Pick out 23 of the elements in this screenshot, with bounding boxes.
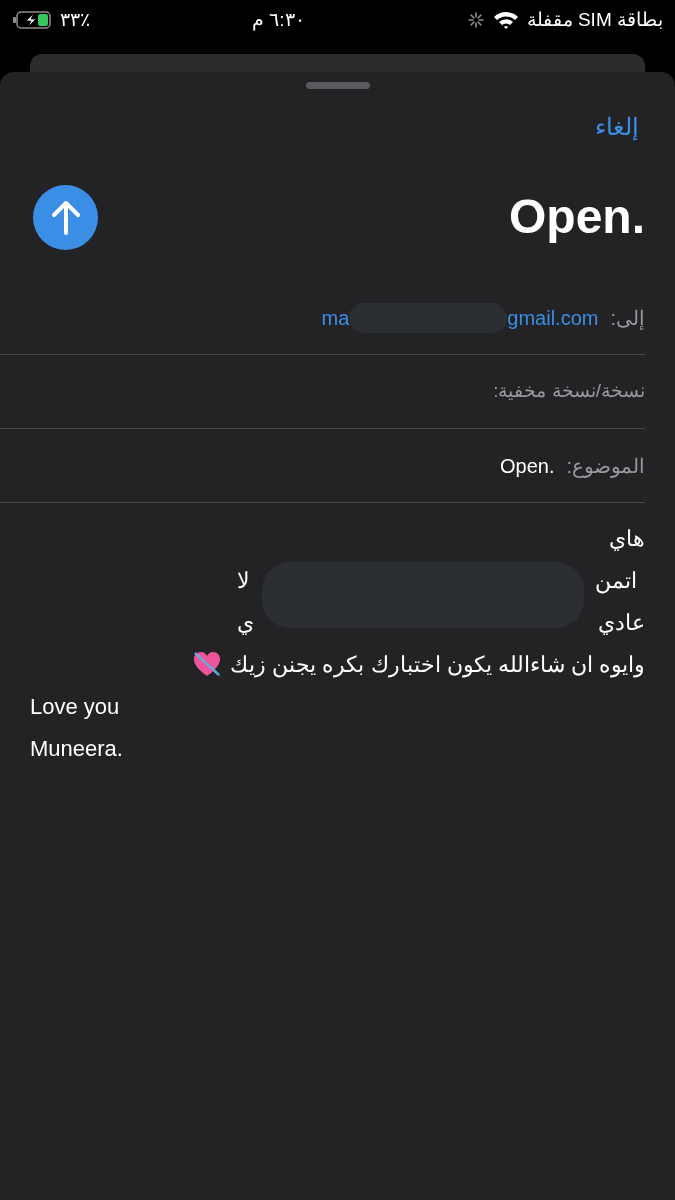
body-text: لا bbox=[237, 566, 250, 595]
carrier-text: بطاقة SIM مقفلة bbox=[526, 7, 663, 32]
subject-label: الموضوع: bbox=[566, 453, 645, 480]
battery-percent: ٪٣٣ bbox=[60, 7, 90, 32]
recipient-text[interactable]: gmail.com bbox=[507, 302, 599, 333]
arrow-up-icon bbox=[49, 199, 82, 235]
battery-icon bbox=[12, 10, 52, 30]
cancel-button[interactable]: إلغاء bbox=[595, 109, 639, 145]
body-text: هاي bbox=[609, 524, 645, 553]
cc-bcc-label: نسخة/نسخة مخفية: bbox=[493, 379, 645, 404]
compose-title: Open. bbox=[509, 189, 645, 245]
loading-icon bbox=[466, 11, 485, 29]
body-text: عادي bbox=[598, 608, 645, 637]
body-text: Love you bbox=[30, 692, 120, 721]
to-label: إلى: bbox=[610, 305, 645, 332]
body-text: ي bbox=[237, 608, 254, 637]
body-text: وايوه ان شاءالله يكون اختبارك بكره يجنن زيك bbox=[230, 650, 645, 680]
subject-field[interactable]: Open. bbox=[499, 450, 555, 481]
wifi-icon bbox=[492, 10, 519, 30]
clock: ٦:٣٠ م bbox=[252, 7, 305, 33]
body-text: اتمن bbox=[595, 566, 637, 596]
body-text: Muneera. bbox=[30, 734, 123, 763]
recipient-text[interactable]: ma bbox=[321, 302, 350, 333]
